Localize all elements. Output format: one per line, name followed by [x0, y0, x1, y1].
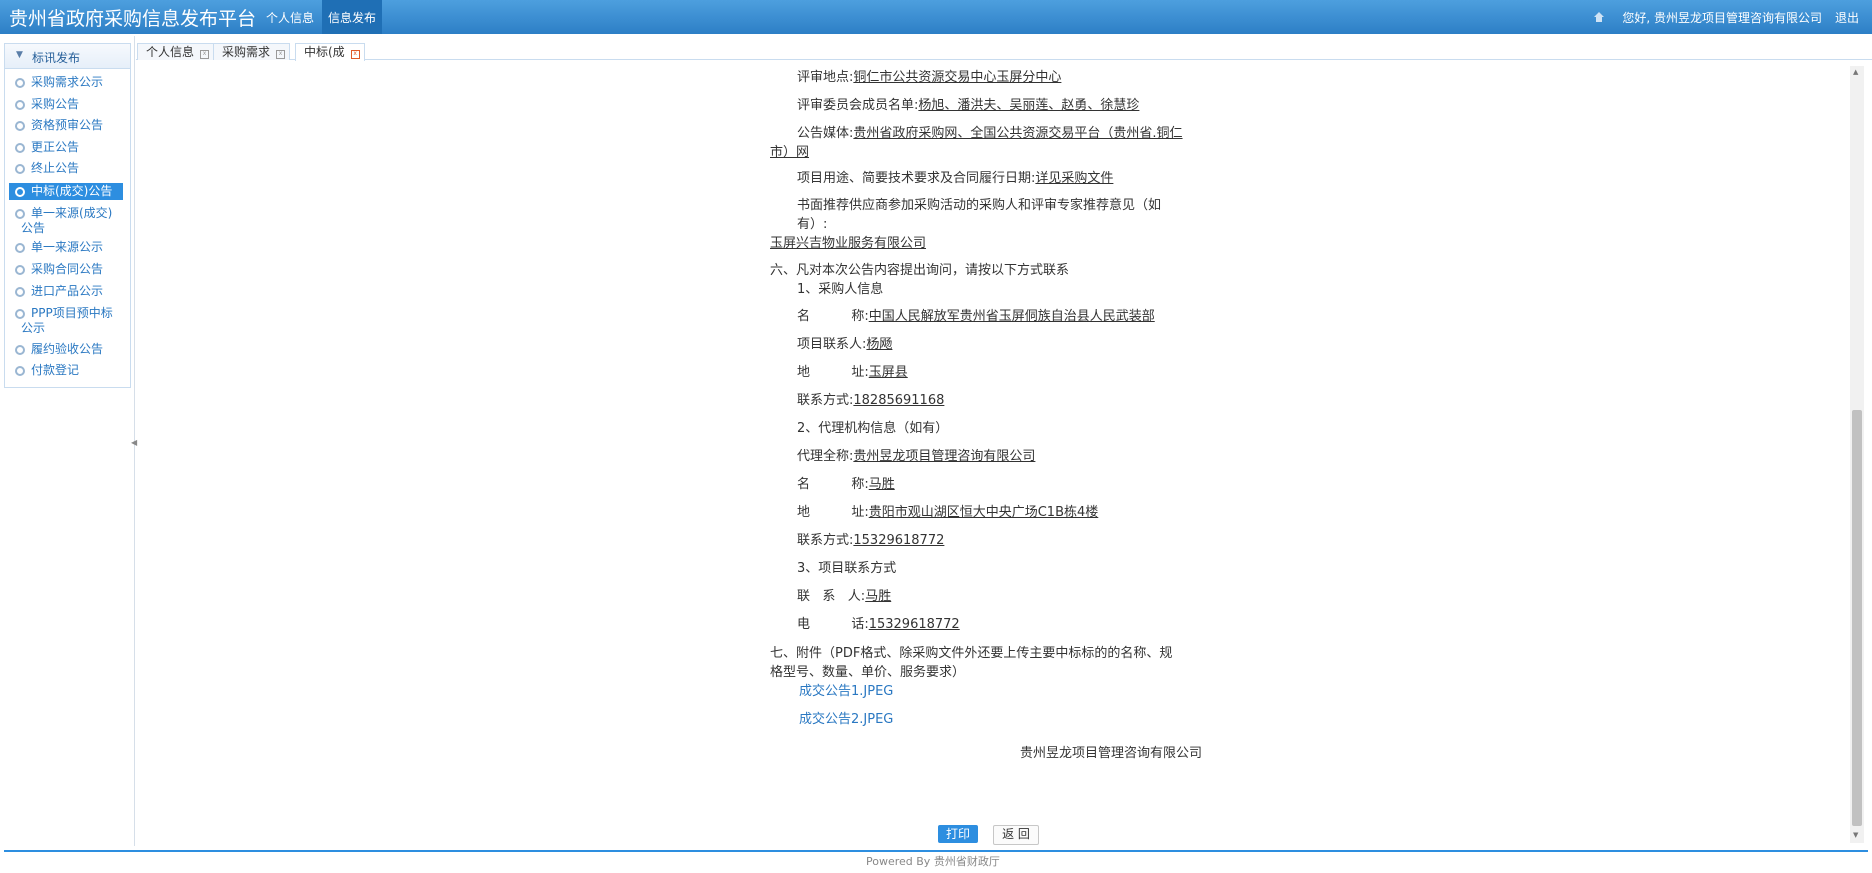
tab-strip-border	[136, 59, 1872, 60]
sidebar-item-prequalification[interactable]: 资格预审公告	[9, 118, 123, 133]
sidebar-item-contract-notice[interactable]: 采购合同公告	[9, 262, 123, 277]
agency-address-row: 地 址:贵阳市观山湖区恒大中央广场C1B栋4楼	[797, 505, 1099, 520]
sidebar-item-ppp-pre-award[interactable]: PPP项目预中标公示	[9, 306, 123, 336]
bullet-icon	[15, 287, 25, 297]
sidebar-item-acceptance[interactable]: 履约验收公告	[9, 342, 123, 357]
sidebar-item-payment-registration[interactable]: 付款登记	[9, 363, 123, 378]
section-6-heading: 六、凡对本次公告内容提出询问，请按以下方式联系	[770, 263, 1070, 278]
purchaser-heading: 1、采购人信息	[797, 282, 884, 297]
agency-address-value: 贵阳市观山湖区恒大中央广场C1B栋4楼	[868, 505, 1099, 520]
sidebar-header[interactable]: ▼ 标讯发布	[5, 44, 130, 69]
sidebar-item-correction[interactable]: 更正公告	[9, 140, 123, 155]
committee-row: 评审委员会成员名单:杨旭、潘洪夫、吴丽莲、赵勇、徐慧珍	[797, 98, 1140, 113]
user-greeting: 您好, 贵州昱龙项目管理咨询有限公司	[1622, 11, 1822, 25]
agency-name-value: 马胜	[868, 477, 895, 492]
media-value-cont: 市）网	[770, 145, 810, 160]
sidebar-item-termination[interactable]: 终止公告	[9, 161, 123, 176]
section-7-heading: 七、附件（PDF格式、除采购文件外还要上传主要中标标的的名称、规	[770, 646, 1173, 661]
purchaser-address-value: 玉屏县	[868, 365, 908, 380]
agency-heading: 2、代理机构信息（如有）	[797, 421, 949, 436]
recommend-value: 玉屏兴吉物业服务有限公司	[770, 236, 927, 251]
close-icon[interactable]: x	[276, 50, 286, 59]
committee-value: 杨旭、潘洪夫、吴丽莲、赵勇、徐慧珍	[918, 98, 1140, 113]
bullet-icon	[15, 164, 25, 174]
app-title: 贵州省政府采购信息发布平台	[9, 8, 257, 30]
review-location-row: 评审地点:铜仁市公共资源交易中心玉屏分中心	[797, 70, 1062, 85]
collapse-left-icon[interactable]: ◀	[131, 438, 137, 447]
scroll-down-arrow-icon[interactable]: ▼	[1853, 831, 1858, 839]
project-contact-heading: 3、项目联系方式	[797, 561, 897, 576]
project-contact-value: 马胜	[865, 589, 892, 604]
bullet-icon	[15, 143, 25, 153]
tab-award-notice[interactable]: 中标(成 x	[295, 43, 365, 61]
purchaser-name-value: 中国人民解放军贵州省玉屏侗族自治县人民武装部	[868, 309, 1155, 324]
sidebar-item-single-source-publicity[interactable]: 单一来源公示	[9, 240, 123, 255]
close-icon[interactable]: x	[200, 50, 210, 59]
home-icon[interactable]	[1594, 12, 1604, 22]
scroll-up-arrow-icon[interactable]: ▲	[1853, 68, 1858, 76]
sidebar-item-procurement-notice[interactable]: 采购公告	[9, 97, 123, 112]
purpose-row: 项目用途、简要技术要求及合同履行日期:详见采购文件	[797, 171, 1114, 186]
recommend-label-cont: 有）:	[797, 217, 828, 232]
nav-tab-info-publish[interactable]: 信息发布	[322, 0, 383, 34]
bullet-icon	[15, 78, 25, 88]
chevron-down-icon: ▼	[16, 50, 23, 60]
agency-phone-row: 联系方式:15329618772	[797, 533, 945, 548]
bullet-icon	[15, 100, 25, 110]
sidebar-title: 标讯发布	[32, 51, 81, 65]
close-icon[interactable]: x	[350, 50, 360, 59]
purchaser-phone-row: 联系方式:18285691168	[797, 393, 945, 408]
bullet-icon	[15, 309, 25, 319]
issuer-signature: 贵州昱龙项目管理咨询有限公司	[1020, 746, 1203, 761]
bullet-icon	[15, 209, 25, 219]
project-phone-row: 电 话:15329618772	[797, 617, 960, 632]
agency-name-row: 名 称:马胜	[797, 477, 895, 492]
print-button[interactable]: 打印	[938, 825, 978, 843]
tab-procurement-demand[interactable]: 采购需求 x	[213, 43, 291, 60]
agency-phone-value: 15329618772	[853, 533, 945, 548]
section-7-heading-cont: 格型号、数量、单价、服务要求）	[770, 665, 966, 680]
purchaser-address-row: 地 址:玉屏县	[797, 365, 908, 380]
scrollbar-thumb[interactable]	[1852, 410, 1862, 826]
bullet-icon	[15, 265, 25, 275]
agency-fullname-value: 贵州昱龙项目管理咨询有限公司	[853, 449, 1036, 464]
purpose-value: 详见采购文件	[1035, 171, 1114, 186]
project-phone-value: 15329618772	[868, 617, 960, 632]
bullet-icon	[15, 345, 25, 355]
bullet-icon	[15, 366, 25, 376]
project-contact-row: 联 系 人:马胜	[797, 589, 892, 604]
back-button[interactable]: 返 回	[993, 825, 1039, 845]
purchaser-contact-value: 杨飏	[866, 337, 893, 352]
agency-fullname-row: 代理全称:贵州昱龙项目管理咨询有限公司	[797, 449, 1036, 464]
sidebar-item-award-notice[interactable]: 中标(成交)公告	[9, 183, 123, 200]
purchaser-contact-row: 项目联系人:杨飏	[797, 337, 893, 352]
media-row: 公告媒体:贵州省政府采购网、全国公共资源交易平台（贵州省.铜仁	[797, 126, 1183, 141]
purchaser-name-row: 名 称:中国人民解放军贵州省玉屏侗族自治县人民武装部	[797, 309, 1155, 324]
bullet-icon	[15, 243, 25, 253]
top-navigation-bar: 贵州省政府采购信息发布平台 个人信息 信息发布 您好, 贵州昱龙项目管理咨询有限…	[0, 0, 1872, 34]
sidebar-item-imported-products[interactable]: 进口产品公示	[9, 284, 123, 299]
sidebar-item-procurement-demand[interactable]: 采购需求公示	[9, 75, 123, 90]
bullet-icon	[15, 121, 25, 131]
footer-credit: Powered By 贵州省财政厅	[866, 855, 1000, 868]
bullet-icon	[15, 187, 25, 197]
attachment-link-2[interactable]: 成交公告2.JPEG	[799, 711, 893, 729]
logout-link[interactable]: 退出	[1835, 0, 1859, 36]
media-value: 贵州省政府采购网、全国公共资源交易平台（贵州省.铜仁	[853, 126, 1183, 141]
review-location-value: 铜仁市公共资源交易中心玉屏分中心	[853, 70, 1062, 85]
recommend-label: 书面推荐供应商参加采购活动的采购人和评审专家推荐意见（如	[797, 198, 1162, 213]
attachment-link-1[interactable]: 成交公告1.JPEG	[799, 683, 893, 701]
nav-tab-personal-info[interactable]: 个人信息	[260, 0, 320, 34]
footer-divider	[4, 850, 1868, 852]
tab-personal-info[interactable]: 个人信息 x	[137, 43, 215, 60]
sidebar-item-single-source-award[interactable]: 单一来源(成交)公告	[9, 206, 123, 236]
purchaser-phone-value: 18285691168	[853, 393, 945, 408]
